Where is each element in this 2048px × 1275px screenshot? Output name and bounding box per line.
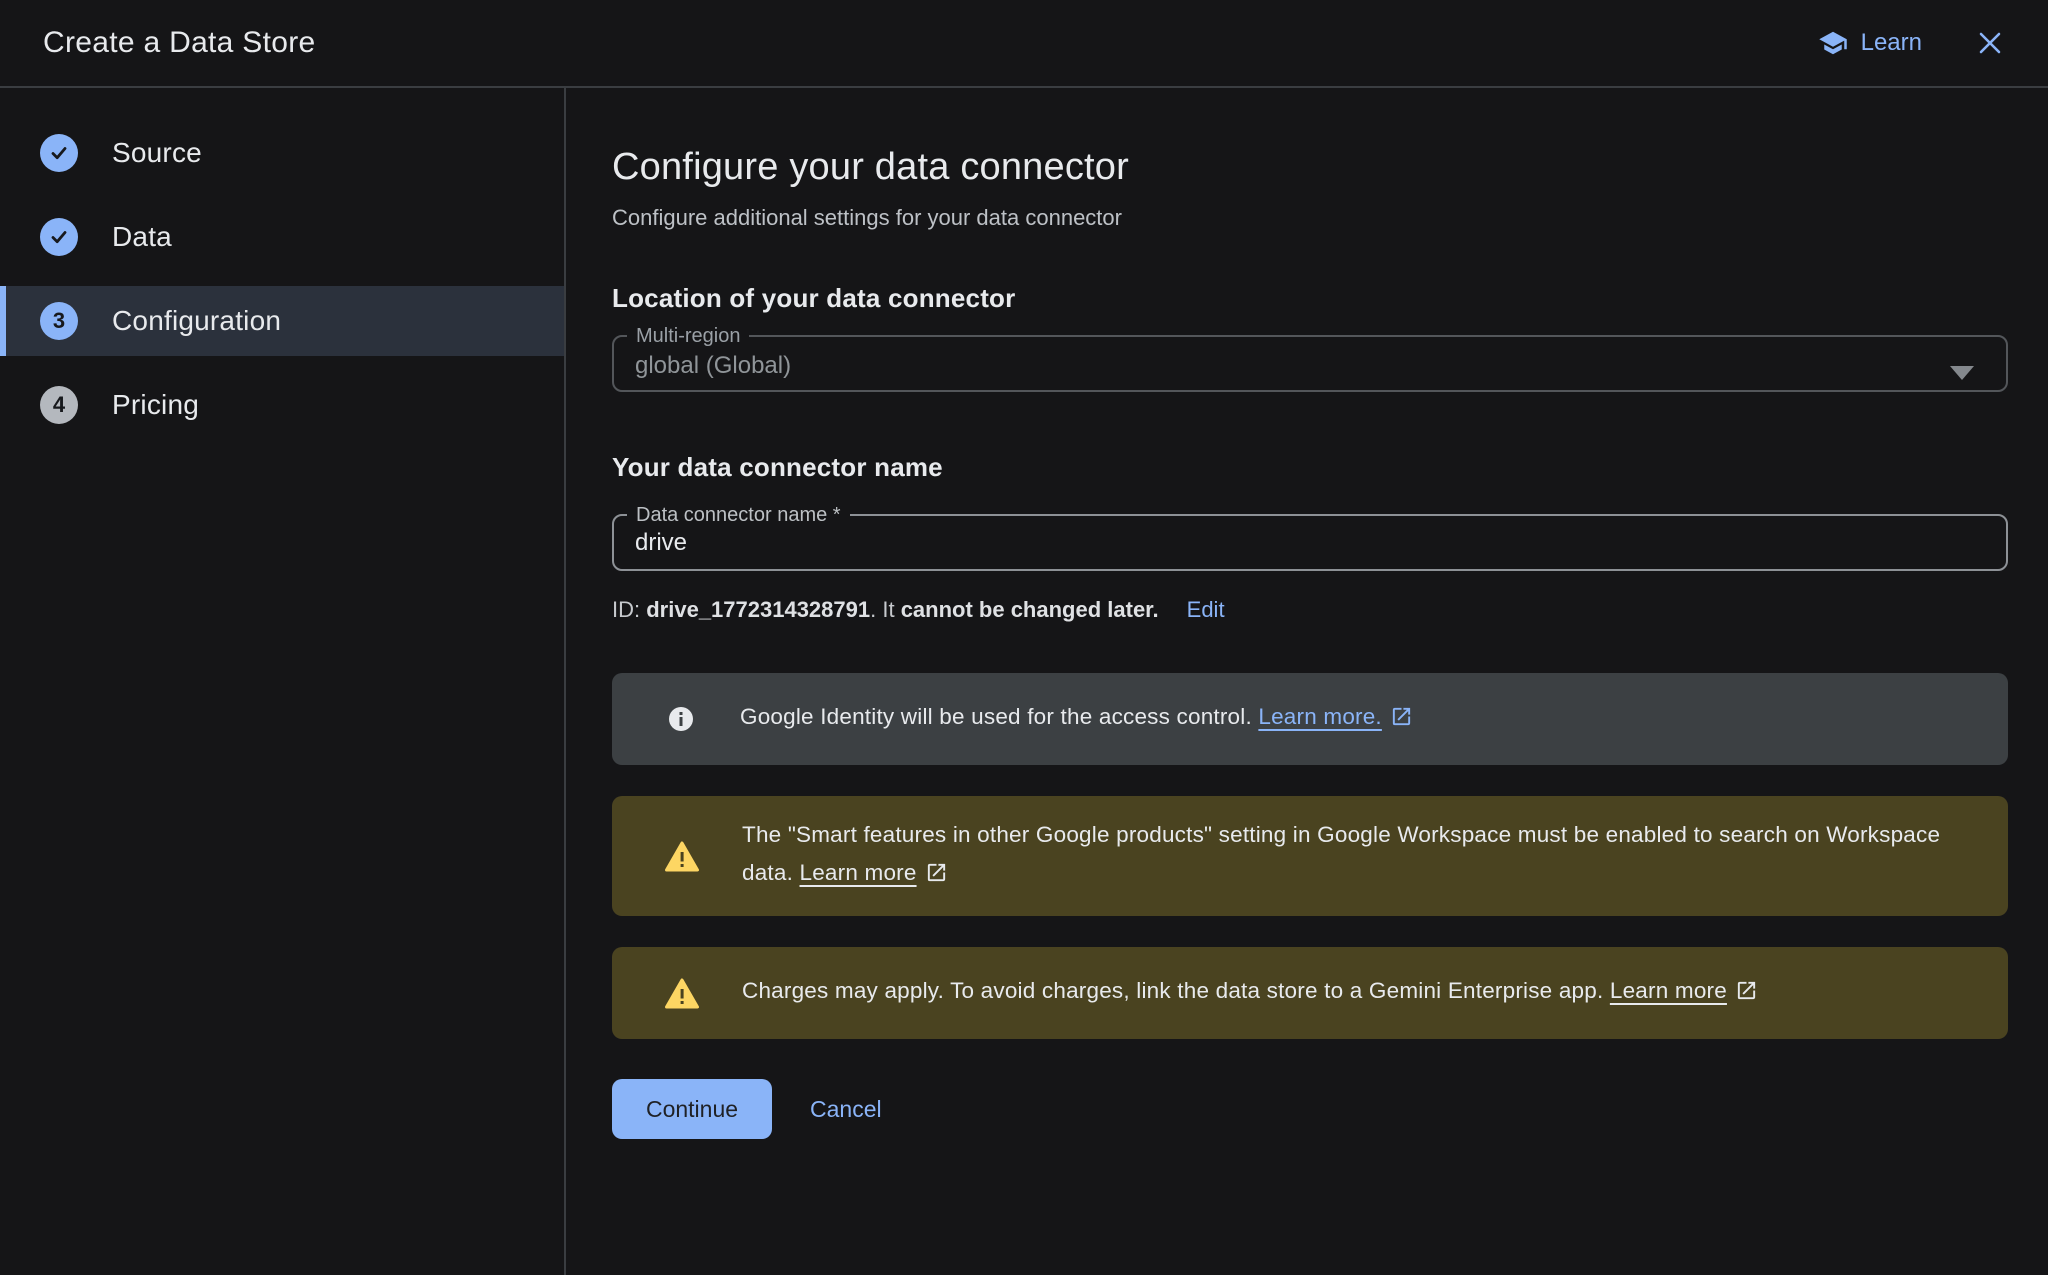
dialog-title: Create a Data Store — [43, 26, 316, 60]
external-link-icon — [1735, 976, 1758, 1014]
name-section-heading: Your data connector name — [612, 452, 2008, 483]
multi-region-value: global (Global) — [614, 346, 2006, 380]
warning-banner-text: Charges may apply. To avoid charges, lin… — [742, 978, 1610, 1003]
stepper-sidebar: Source Data 3 Configuration 4 — [0, 88, 566, 1275]
step-number-indicator: 3 — [40, 302, 78, 340]
create-data-store-dialog: Create a Data Store Learn Sou — [0, 0, 2048, 1275]
sidebar-step-pricing[interactable]: 4 Pricing — [0, 370, 564, 440]
data-connector-name-input[interactable] — [614, 525, 1936, 557]
data-connector-name-field: Data connector name * — [612, 505, 2008, 571]
id-bold-suffix: cannot be changed later. — [901, 597, 1159, 622]
learn-button[interactable]: Learn — [1818, 28, 1922, 58]
warning-icon — [665, 841, 699, 872]
step-label: Pricing — [112, 389, 199, 421]
check-icon — [48, 142, 70, 164]
action-buttons: Continue Cancel — [612, 1079, 2008, 1139]
warning-icon — [665, 978, 699, 1009]
step-label: Configuration — [112, 305, 281, 337]
dialog-header: Create a Data Store Learn — [0, 0, 2048, 88]
connector-id-line: ID: drive_1772314328791. It cannot be ch… — [612, 597, 2008, 623]
connector-id: drive_1772314328791 — [646, 597, 870, 622]
id-prefix: ID: — [612, 597, 646, 622]
page-title: Configure your data connector — [612, 146, 2008, 189]
page-subtitle: Configure additional settings for your d… — [612, 205, 2008, 231]
sidebar-step-data[interactable]: Data — [0, 202, 564, 272]
multi-region-select[interactable]: Multi-region global (Global) — [612, 326, 2008, 392]
dialog-body: Source Data 3 Configuration 4 — [0, 88, 2048, 1275]
school-icon — [1818, 28, 1848, 58]
learn-label: Learn — [1861, 29, 1922, 57]
info-icon — [665, 703, 697, 735]
external-link-icon — [1390, 702, 1413, 740]
step-label: Data — [112, 221, 172, 253]
edit-id-link[interactable]: Edit — [1187, 597, 1225, 623]
data-connector-name-label: Data connector name * — [627, 505, 850, 525]
location-section-heading: Location of your data connector — [612, 283, 2008, 314]
chevron-down-icon — [1950, 366, 1974, 380]
sidebar-step-configuration[interactable]: 3 Configuration — [0, 286, 564, 356]
step-label: Source — [112, 137, 202, 169]
header-actions: Learn — [1818, 27, 2006, 59]
step-number: 3 — [53, 308, 65, 334]
sidebar-step-source[interactable]: Source — [0, 118, 564, 188]
google-identity-info-banner: Google Identity will be used for the acc… — [612, 673, 2008, 765]
multi-region-label: Multi-region — [627, 326, 749, 346]
warning-banner-text: The "Smart features in other Google prod… — [742, 822, 1940, 885]
continue-button[interactable]: Continue — [612, 1079, 772, 1139]
info-learn-more-link[interactable]: Learn more. — [1258, 704, 1382, 729]
charges-warning-banner: Charges may apply. To avoid charges, lin… — [612, 947, 2008, 1039]
step-number-indicator: 4 — [40, 386, 78, 424]
warning-learn-more-link[interactable]: Learn more — [800, 860, 917, 885]
external-link-icon — [925, 858, 948, 896]
configuration-panel: Configure your data connector Configure … — [566, 88, 2048, 1275]
step-number: 4 — [53, 392, 65, 418]
check-icon — [48, 226, 70, 248]
warning-learn-more-link[interactable]: Learn more — [1610, 978, 1727, 1003]
step-completed-indicator — [40, 134, 78, 172]
smart-features-warning-banner: The "Smart features in other Google prod… — [612, 796, 2008, 916]
info-banner-text: Google Identity will be used for the acc… — [740, 704, 1258, 729]
step-completed-indicator — [40, 218, 78, 256]
id-middle: . It — [870, 597, 901, 622]
close-icon[interactable] — [1974, 27, 2006, 59]
cancel-button[interactable]: Cancel — [810, 1096, 882, 1123]
